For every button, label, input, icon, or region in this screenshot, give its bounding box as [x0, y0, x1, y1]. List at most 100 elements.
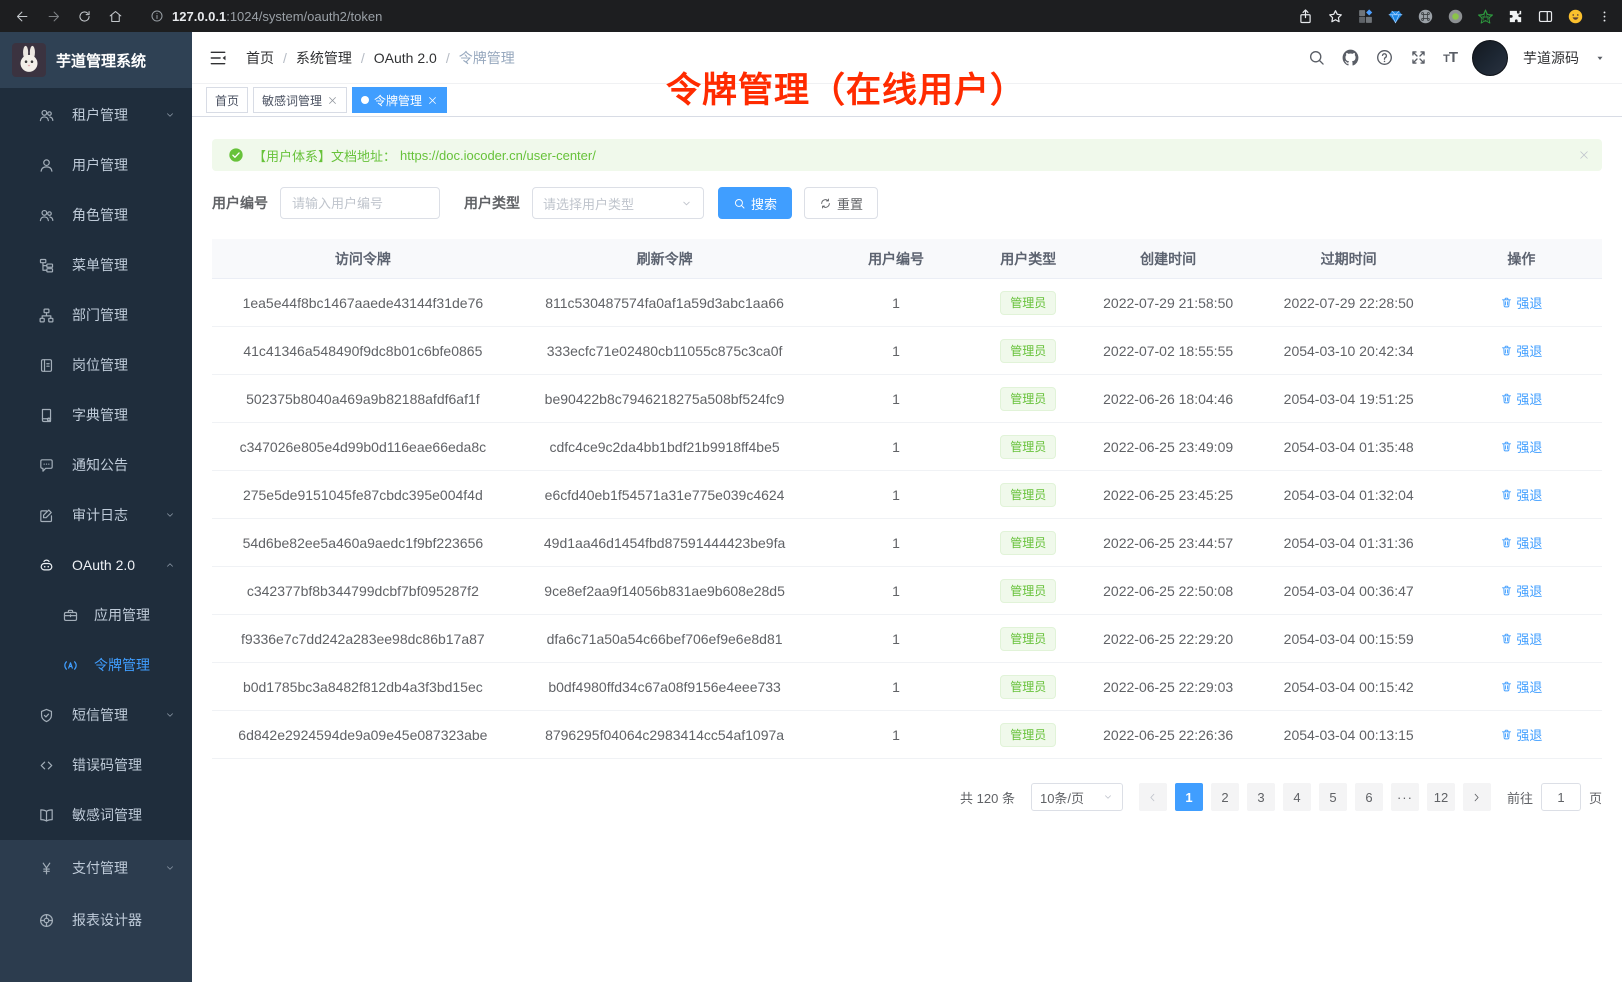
doc-link[interactable]: https://doc.iocoder.cn/user-center/	[400, 148, 596, 163]
page-size-value: 10条/页	[1040, 788, 1084, 807]
page-button[interactable]: 4	[1283, 783, 1311, 811]
browser-forward-icon[interactable]	[41, 4, 66, 29]
user-id-input[interactable]	[280, 187, 440, 219]
address-bar[interactable]: 127.0.0.1:1024/system/oauth2/token	[150, 9, 1297, 24]
broadcast-icon	[62, 657, 79, 674]
force-logout-button[interactable]: 强退	[1500, 341, 1542, 360]
breadcrumb: 首页 / 系统管理 / OAuth 2.0 / 令牌管理	[246, 48, 515, 68]
user-type-cell: 管理员	[977, 627, 1080, 651]
sidebar-item-dept[interactable]: 部门管理	[0, 290, 192, 340]
page-size-select[interactable]: 10条/页	[1031, 783, 1123, 811]
sidebar-item-pay[interactable]: 支付管理	[0, 842, 192, 894]
expire-time-cell: 2022-07-29 22:28:50	[1257, 295, 1441, 311]
close-icon[interactable]	[427, 95, 438, 106]
view-tab[interactable]: 首页	[206, 87, 248, 113]
collapse-sidebar-icon[interactable]	[208, 48, 228, 68]
expire-time-cell: 2054-03-04 01:32:04	[1257, 487, 1441, 503]
prev-page-button[interactable]	[1139, 783, 1167, 811]
search-icon[interactable]	[1307, 48, 1326, 67]
sidebar-item-sensitive[interactable]: 敏感词管理	[0, 790, 192, 840]
record-extension-icon[interactable]	[1447, 8, 1464, 25]
page-button[interactable]: 2	[1211, 783, 1239, 811]
force-logout-button[interactable]: 强退	[1500, 725, 1542, 744]
sidebar-item-menu[interactable]: 菜单管理	[0, 240, 192, 290]
search-button[interactable]: 搜索	[718, 187, 792, 219]
next-page-button[interactable]	[1463, 783, 1491, 811]
gem-extension-icon[interactable]	[1387, 8, 1404, 25]
page-button[interactable]: 12	[1427, 783, 1455, 811]
force-logout-button[interactable]: 强退	[1500, 389, 1542, 408]
fullscreen-icon[interactable]	[1409, 48, 1428, 67]
force-logout-button[interactable]: 强退	[1500, 485, 1542, 504]
sidebar-item-dict[interactable]: 字典管理	[0, 390, 192, 440]
page-button[interactable]: 5	[1319, 783, 1347, 811]
sidebar-item-audit[interactable]: 审计日志	[0, 490, 192, 540]
view-tab[interactable]: 敏感词管理	[253, 87, 347, 113]
close-icon[interactable]	[1578, 149, 1590, 161]
reset-button[interactable]: 重置	[804, 187, 878, 219]
sidebar-item-oauth2-token[interactable]: 令牌管理	[0, 640, 192, 690]
github-icon[interactable]	[1341, 48, 1360, 67]
action-cell: 强退	[1441, 677, 1602, 696]
kebab-menu-icon[interactable]	[1597, 9, 1612, 24]
view-tab[interactable]: 令牌管理	[352, 87, 447, 113]
sidebar-item-notice[interactable]: 通知公告	[0, 440, 192, 490]
access-token-cell: 41c41346a548490f9dc8b01c6bfe0865	[212, 343, 514, 359]
table-row: 6d842e2924594de9a09e45e087323abe 8796295…	[212, 711, 1602, 759]
users-icon	[38, 107, 55, 124]
force-logout-button[interactable]: 强退	[1500, 581, 1542, 600]
table-row: c342377bf8b344799dcbf7bf095287f2 9ce8ef2…	[212, 567, 1602, 615]
browser-home-icon[interactable]	[103, 4, 128, 29]
puzzle-extension-icon[interactable]	[1507, 8, 1524, 25]
chevron-down-icon	[164, 559, 176, 571]
tab-label: 首页	[215, 92, 239, 109]
avatar[interactable]	[1472, 40, 1508, 76]
sidebar-item-user[interactable]: 用户管理	[0, 140, 192, 190]
browser-back-icon[interactable]	[10, 4, 35, 29]
sidebar-item-errcode[interactable]: 错误码管理	[0, 740, 192, 790]
side-panel-icon[interactable]	[1537, 8, 1554, 25]
user-id-label: 用户编号	[212, 193, 268, 213]
site-info-icon[interactable]	[150, 9, 164, 23]
cmd-extension-icon[interactable]	[1417, 8, 1434, 25]
force-logout-button[interactable]: 强退	[1500, 533, 1542, 552]
breadcrumb-system[interactable]: 系统管理	[296, 48, 352, 68]
browser-reload-icon[interactable]	[72, 4, 97, 29]
sidebar-item-label: 菜单管理	[72, 255, 128, 275]
breadcrumb-oauth[interactable]: OAuth 2.0	[374, 50, 437, 66]
font-size-icon[interactable]: TT	[1443, 49, 1457, 66]
extensions-grid-icon[interactable]	[1357, 8, 1374, 25]
breadcrumb-home[interactable]: 首页	[246, 48, 274, 68]
sidebar-item-oauth2[interactable]: OAuth 2.0	[0, 540, 192, 590]
app-logo-bar[interactable]: 芋道管理系统	[0, 32, 192, 88]
help-icon[interactable]	[1375, 48, 1394, 67]
force-logout-button[interactable]: 强退	[1500, 629, 1542, 648]
caret-down-icon[interactable]	[1594, 52, 1606, 64]
force-logout-button[interactable]: 强退	[1500, 437, 1542, 456]
sidebar-item-label: 字典管理	[72, 405, 128, 425]
profile-emoji-icon[interactable]	[1567, 8, 1584, 25]
goto-page-input[interactable]	[1541, 783, 1581, 811]
force-logout-button[interactable]: 强退	[1500, 293, 1542, 312]
sidebar-item-tenant[interactable]: 租户管理	[0, 90, 192, 140]
bookmark-star-icon[interactable]	[1327, 8, 1344, 25]
user-id-cell: 1	[815, 439, 976, 455]
page-button[interactable]: 1	[1175, 783, 1203, 811]
page-button[interactable]: 6	[1355, 783, 1383, 811]
force-logout-button[interactable]: 强退	[1500, 677, 1542, 696]
username[interactable]: 芋道源码	[1523, 48, 1579, 68]
sidebar-menu-bottom: 支付管理 报表设计器	[0, 840, 192, 982]
expire-time-cell: 2054-03-04 00:13:15	[1257, 727, 1441, 743]
user-type-select[interactable]: 请选择用户类型	[532, 187, 704, 219]
page-button[interactable]: ···	[1391, 783, 1419, 811]
sidebar-item-sms[interactable]: 短信管理	[0, 690, 192, 740]
sidebar-item-oauth2-app[interactable]: 应用管理	[0, 590, 192, 640]
sidebar-item-label: 令牌管理	[94, 655, 150, 675]
page-button[interactable]: 3	[1247, 783, 1275, 811]
share-icon[interactable]	[1297, 8, 1314, 25]
sidebar-item-role[interactable]: 角色管理	[0, 190, 192, 240]
close-icon[interactable]	[327, 95, 338, 106]
sidebar-item-post[interactable]: 岗位管理	[0, 340, 192, 390]
sidebar-item-report[interactable]: 报表设计器	[0, 894, 192, 946]
star-extension-icon[interactable]	[1477, 8, 1494, 25]
